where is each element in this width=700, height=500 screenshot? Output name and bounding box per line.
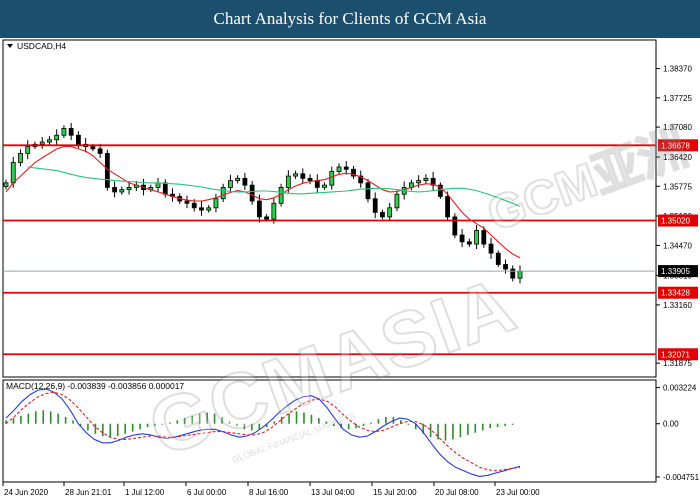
candle-body bbox=[293, 173, 298, 177]
candle-body bbox=[459, 234, 465, 243]
chart-area: 1.383701.377251.370801.364201.357751.351… bbox=[0, 38, 700, 500]
price-tick-label: 1.37725 bbox=[663, 94, 692, 103]
candle-body bbox=[3, 182, 9, 187]
x-tick-label: 24 Jun 2020 bbox=[4, 488, 49, 497]
candle-body bbox=[191, 202, 197, 209]
current-price-label: 1.33905 bbox=[661, 267, 690, 276]
x-tick-label: 6 Jul 00:00 bbox=[187, 488, 227, 497]
candle-body bbox=[256, 200, 262, 218]
candle-body bbox=[481, 230, 487, 245]
candle-body bbox=[474, 230, 479, 245]
candle-body bbox=[25, 146, 31, 154]
candle-body bbox=[220, 187, 226, 200]
candle-body bbox=[416, 180, 422, 184]
candle-body bbox=[199, 207, 204, 211]
candle-body bbox=[452, 216, 458, 236]
candle-body bbox=[466, 241, 472, 245]
candle-body bbox=[445, 196, 451, 218]
candle-body bbox=[75, 134, 81, 145]
candle-body bbox=[372, 198, 378, 213]
candle-body bbox=[517, 270, 523, 279]
candle-body bbox=[162, 182, 168, 195]
price-tick-label: 1.31875 bbox=[663, 359, 692, 368]
candle-body bbox=[61, 128, 67, 136]
level-price-label: 1.32071 bbox=[661, 350, 690, 359]
price-tick-label: 1.38370 bbox=[663, 65, 692, 74]
candle-body bbox=[264, 216, 270, 220]
candle-body bbox=[206, 207, 212, 211]
price-tick-label: 1.33160 bbox=[663, 301, 692, 310]
x-tick-label: 20 Jul 08:00 bbox=[435, 488, 479, 497]
x-tick-label: 15 Jul 20:00 bbox=[373, 488, 417, 497]
macd-tick-label: -0.004751 bbox=[663, 473, 700, 482]
x-tick-label: 28 Jun 21:01 bbox=[65, 488, 112, 497]
candle-body bbox=[47, 139, 52, 143]
candle-body bbox=[112, 187, 117, 193]
chart-background bbox=[0, 38, 700, 500]
candle-body bbox=[184, 200, 190, 204]
macd-tick-label: 0.00 bbox=[663, 420, 679, 429]
level-price-label: 1.35020 bbox=[661, 217, 690, 226]
macd-tick-label: 0.003224 bbox=[663, 384, 697, 393]
candle-body bbox=[503, 264, 508, 270]
candle-body bbox=[322, 184, 327, 188]
x-tick-label: 8 Jul 16:00 bbox=[249, 488, 289, 497]
x-tick-label: 13 Jul 04:00 bbox=[311, 488, 355, 497]
candle-body bbox=[380, 211, 385, 218]
level-price-label: 1.33428 bbox=[661, 289, 690, 298]
candle-body bbox=[365, 182, 371, 200]
candle-body bbox=[10, 162, 16, 184]
candle-body bbox=[235, 177, 241, 182]
candle-body bbox=[97, 148, 103, 154]
candle-body bbox=[126, 187, 132, 191]
candle-body bbox=[423, 177, 429, 182]
candle-body bbox=[213, 198, 219, 209]
candle-body bbox=[271, 202, 277, 220]
candle-body bbox=[488, 243, 494, 254]
x-tick-label: 23 Jul 00:00 bbox=[496, 488, 540, 497]
candle-body bbox=[300, 173, 306, 179]
candle-body bbox=[510, 268, 516, 279]
candle-body bbox=[307, 177, 313, 182]
candle-body bbox=[68, 128, 74, 136]
candle-body bbox=[343, 166, 349, 170]
candle-body bbox=[39, 141, 45, 145]
price-tick-label: 1.35775 bbox=[663, 182, 692, 191]
symbol-label: USDCAD,H4 bbox=[17, 41, 66, 51]
candle-body bbox=[249, 184, 255, 202]
candle-body bbox=[394, 193, 400, 209]
candle-body bbox=[155, 182, 161, 188]
candle-body bbox=[329, 171, 335, 186]
candle-body bbox=[242, 177, 248, 186]
price-tick-label: 1.34470 bbox=[663, 241, 692, 250]
candle-body bbox=[387, 207, 393, 218]
page-header: Chart Analysis for Clients of GCM Asia bbox=[0, 0, 700, 38]
x-tick-label: 1 Jul 12:00 bbox=[125, 488, 165, 497]
candle-body bbox=[336, 166, 342, 172]
candle-body bbox=[285, 175, 291, 188]
candle-body bbox=[228, 180, 233, 188]
candle-body bbox=[119, 189, 125, 193]
candle-body bbox=[18, 152, 23, 163]
candle-body bbox=[90, 146, 96, 150]
candle-body bbox=[314, 180, 320, 188]
candle-body bbox=[54, 134, 60, 141]
page-title: Chart Analysis for Clients of GCM Asia bbox=[213, 9, 487, 28]
